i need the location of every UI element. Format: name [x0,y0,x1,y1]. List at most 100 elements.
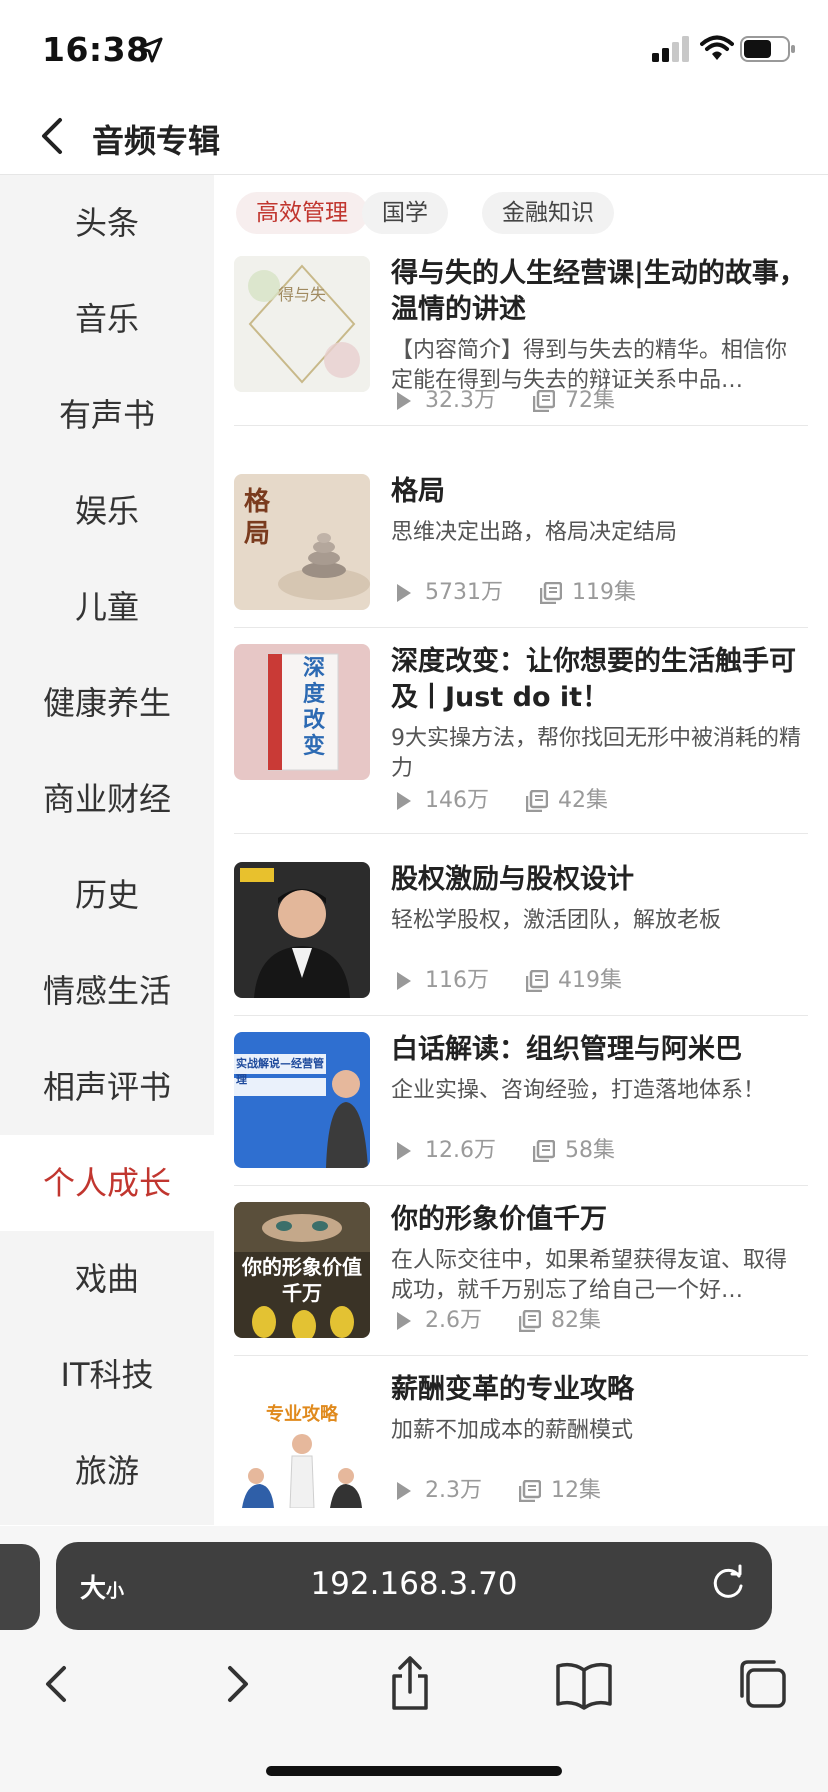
previous-tab-stub[interactable] [0,1544,40,1630]
album-meta: 5731万 119集 [391,578,636,608]
episode-count: 82集 [551,1308,601,1333]
sidebar-item-toutiao[interactable]: 头条 [0,175,214,271]
share-icon[interactable] [380,1654,440,1714]
album-title: 股权激励与股权设计 [391,864,634,895]
album-desc: 9大实操方法，帮你找回无形中被消耗的精力 [391,726,801,781]
tab-finance[interactable]: 金融知识 [482,192,614,234]
album-meta: 12.6万 58集 [391,1136,615,1166]
album-meta: 146万 42集 [391,786,608,816]
cover-text: 你的形象价值千万 [242,1255,362,1305]
divider [234,833,808,834]
album-title: 你的形象价值千万 [391,1204,607,1235]
album-meta: 2.3万 12集 [391,1476,601,1506]
sidebar-item-children[interactable]: 儿童 [0,559,214,655]
episode-count: 42集 [558,788,608,813]
album-desc: 企业实操、咨询经验，打造落地体系！ [391,1078,766,1103]
play-count-icon [397,584,411,602]
album-cover: 实战解说—经营管理 [234,1032,370,1168]
address-bar[interactable]: 大小 192.168.3.70 [56,1542,772,1630]
sidebar-item-health[interactable]: 健康养生 [0,655,214,751]
play-count-icon [397,392,411,410]
play-count-icon [397,1142,411,1160]
page-title: 音频专辑 [92,122,221,160]
sidebar-item-audiobook[interactable]: 有声书 [0,367,214,463]
album-cover: 格局 [234,474,370,610]
album-content: 高效管理 国学 金融知识 得与失 得与失的人生经营课|生动的故事，温情的讲述 【… [214,175,828,1525]
episode-count: 119集 [572,580,636,605]
nav-bar: 音频专辑 [0,100,828,175]
sidebar-item-opera[interactable]: 戏曲 [0,1231,214,1327]
browser-toolbar: 大小 192.168.3.70 [0,1526,828,1792]
episode-list-icon [519,1310,541,1332]
tab-efficient-management[interactable]: 高效管理 [236,192,368,234]
sidebar-item-personal-growth[interactable]: 个人成长 [0,1135,214,1231]
tabs-icon[interactable] [732,1654,792,1714]
album-cover [234,862,370,998]
album-cover: 你的形象价值千万 [234,1202,370,1338]
browser-forward-icon[interactable] [206,1654,266,1714]
album-meta: 32.3万 72集 [391,386,615,416]
episode-list-icon [533,1140,555,1162]
sidebar-item-business[interactable]: 商业财经 [0,751,214,847]
album-item[interactable]: 股权激励与股权设计 轻松学股权，激活团队，解放老板 116万 419集 [234,862,808,1016]
album-title: 格局 [391,476,445,507]
sidebar-item-entertainment[interactable]: 娱乐 [0,463,214,559]
album-item[interactable]: 专业攻略 薪酬变革的专业攻略 加薪不加成本的薪酬模式 2.3万 12集 [234,1372,808,1508]
sidebar-item-music[interactable]: 音乐 [0,271,214,367]
episode-count: 72集 [565,388,615,413]
episode-count: 12集 [551,1478,601,1503]
back-chevron-icon[interactable] [36,116,70,156]
play-count: 146万 [425,788,489,813]
album-item[interactable]: 实战解说—经营管理 白话解读：组织管理与阿米巴 企业实操、咨询经验，打造落地体系… [234,1032,808,1186]
browser-back-icon[interactable] [28,1654,88,1714]
episode-list-icon [533,390,555,412]
reload-icon[interactable] [708,1564,748,1604]
sidebar-item-travel[interactable]: 旅游 [0,1423,214,1519]
cover-text: 实战解说—经营管理 [236,1057,324,1086]
album-title: 深度改变：让你想要的生活触手可及丨Just do it！ [391,646,796,713]
album-title: 得与失的人生经营课|生动的故事，温情的讲述 [391,258,806,325]
album-item[interactable]: 你的形象价值千万 你的形象价值千万 在人际交往中，如果希望获得友谊、取得成功，就… [234,1202,808,1356]
album-desc: 轻松学股权，激活团队，解放老板 [391,908,722,933]
album-item[interactable]: 格局 格局 思维决定出路，格局决定结局 5731万 119集 [234,474,808,628]
status-bar: 16:38 [0,0,828,100]
wifi-icon [700,35,734,60]
cover-text: 格局 [244,487,271,549]
category-sidebar: 头条 音乐 有声书 娱乐 儿童 健康养生 商业财经 历史 情感生活 相声评书 个… [0,175,214,1525]
sidebar-item-crosstalk[interactable]: 相声评书 [0,1039,214,1135]
episode-count: 419集 [558,968,622,993]
location-arrow-icon [137,37,163,63]
album-item[interactable]: 得与失 得与失的人生经营课|生动的故事，温情的讲述 【内容简介】得到与失去的精华… [234,256,808,426]
home-indicator [266,1766,562,1776]
episode-list-icon [526,970,548,992]
sidebar-item-it-tech[interactable]: IT科技 [0,1327,214,1423]
sidebar-item-history[interactable]: 历史 [0,847,214,943]
divider [234,425,808,426]
episode-list-icon [526,790,548,812]
cellular-signal-icon [652,36,689,62]
album-desc: 在人际交往中，如果希望获得友谊、取得成功，就千万别忘了给自己一个好… [391,1248,788,1303]
album-title: 薪酬变革的专业攻略 [391,1374,634,1405]
album-desc: 思维决定出路，格局决定结局 [391,520,678,545]
episode-list-icon [519,1480,541,1502]
play-count-icon [397,972,411,990]
bookmarks-icon[interactable] [554,1654,614,1714]
url-text[interactable]: 192.168.3.70 [56,1566,772,1602]
album-item[interactable]: 深度改变 深度改变：让你想要的生活触手可及丨Just do it！ 9大实操方法… [234,644,808,834]
album-meta: 2.6万 82集 [391,1306,601,1336]
play-count: 12.6万 [425,1138,496,1163]
status-time: 16:38 [42,30,150,69]
play-count-icon [397,1482,411,1500]
play-count: 2.6万 [425,1308,482,1333]
tab-guoxue[interactable]: 国学 [362,192,448,234]
album-desc: 加薪不加成本的薪酬模式 [391,1418,634,1443]
sidebar-item-emotion[interactable]: 情感生活 [0,943,214,1039]
divider [234,627,808,628]
cover-text: 得与失 [278,285,327,304]
divider [234,1015,808,1016]
album-cover: 专业攻略 [234,1372,370,1508]
divider [234,1185,808,1186]
battery-icon [740,36,795,62]
play-count: 32.3万 [425,388,496,413]
album-cover: 深度改变 [234,644,370,780]
